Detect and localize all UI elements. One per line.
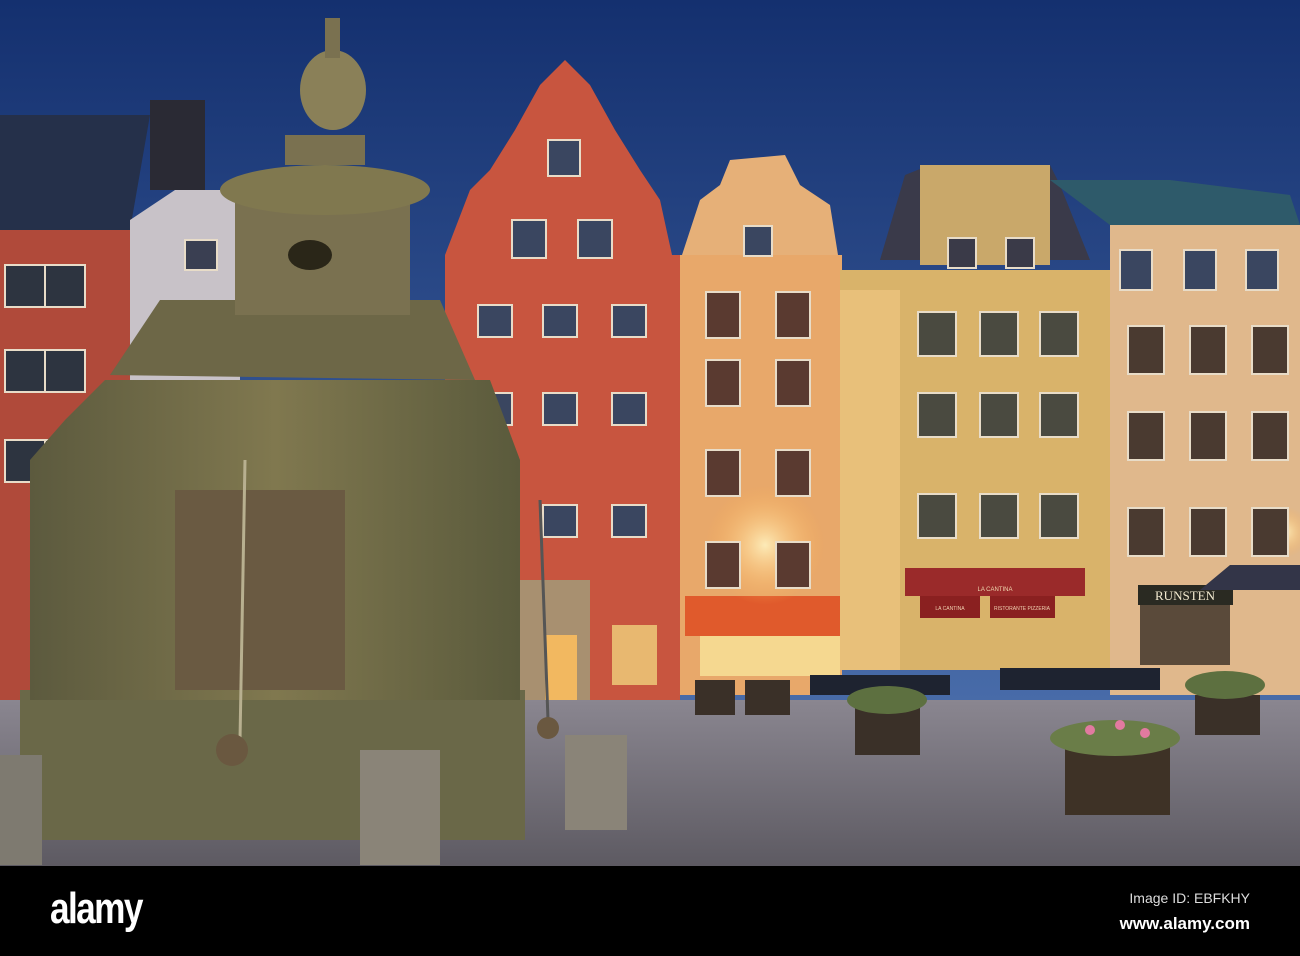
window bbox=[4, 349, 46, 393]
window bbox=[979, 493, 1019, 539]
window bbox=[1189, 507, 1227, 557]
window bbox=[1127, 325, 1165, 375]
window bbox=[542, 304, 578, 338]
window bbox=[705, 291, 741, 339]
watermark-bar: alamy Image ID: EBFKHY www.alamy.com bbox=[0, 866, 1300, 956]
window bbox=[4, 264, 46, 308]
alamy-logo: alamy bbox=[50, 884, 143, 933]
window bbox=[1251, 411, 1289, 461]
window bbox=[947, 237, 977, 269]
window bbox=[775, 449, 811, 497]
window bbox=[611, 392, 647, 426]
window bbox=[1127, 507, 1165, 557]
window bbox=[1251, 325, 1289, 375]
window bbox=[1189, 325, 1227, 375]
window bbox=[1039, 311, 1079, 357]
window bbox=[979, 311, 1019, 357]
window bbox=[917, 392, 957, 438]
window bbox=[1189, 411, 1227, 461]
window bbox=[1039, 493, 1079, 539]
window bbox=[917, 493, 957, 539]
awning-text: LA CANTINA bbox=[977, 587, 1012, 593]
banner-right-text: RISTORANTE PIZZERIA bbox=[994, 606, 1051, 612]
window bbox=[1039, 392, 1079, 438]
runsten-sign-text: RUNSTEN bbox=[1155, 588, 1216, 603]
window bbox=[1119, 249, 1153, 291]
window bbox=[705, 449, 741, 497]
window bbox=[44, 349, 86, 393]
window bbox=[705, 541, 741, 589]
window bbox=[547, 139, 581, 177]
window bbox=[511, 219, 547, 259]
window bbox=[979, 392, 1019, 438]
image-id: Image ID: EBFKHY bbox=[1129, 890, 1250, 906]
window bbox=[542, 504, 578, 538]
window bbox=[743, 225, 773, 257]
window bbox=[542, 392, 578, 426]
stortorget-square-photo: RUNSTEN LA CANTINA LA CANTINA RISTORANTE… bbox=[0, 0, 1300, 866]
window bbox=[1183, 249, 1217, 291]
alamy-url[interactable]: www.alamy.com bbox=[1120, 914, 1250, 934]
window bbox=[577, 219, 613, 259]
window bbox=[775, 359, 811, 407]
window bbox=[705, 359, 741, 407]
window bbox=[611, 504, 647, 538]
window bbox=[1251, 507, 1289, 557]
window bbox=[1005, 237, 1035, 269]
window bbox=[1245, 249, 1279, 291]
window bbox=[611, 304, 647, 338]
window bbox=[477, 304, 513, 338]
window bbox=[775, 291, 811, 339]
photo-frame: RUNSTEN LA CANTINA LA CANTINA RISTORANTE… bbox=[0, 0, 1300, 956]
window bbox=[1127, 411, 1165, 461]
window bbox=[775, 541, 811, 589]
banner-left-text: LA CANTINA bbox=[935, 606, 965, 612]
window bbox=[917, 311, 957, 357]
window bbox=[184, 239, 218, 271]
window bbox=[44, 264, 86, 308]
